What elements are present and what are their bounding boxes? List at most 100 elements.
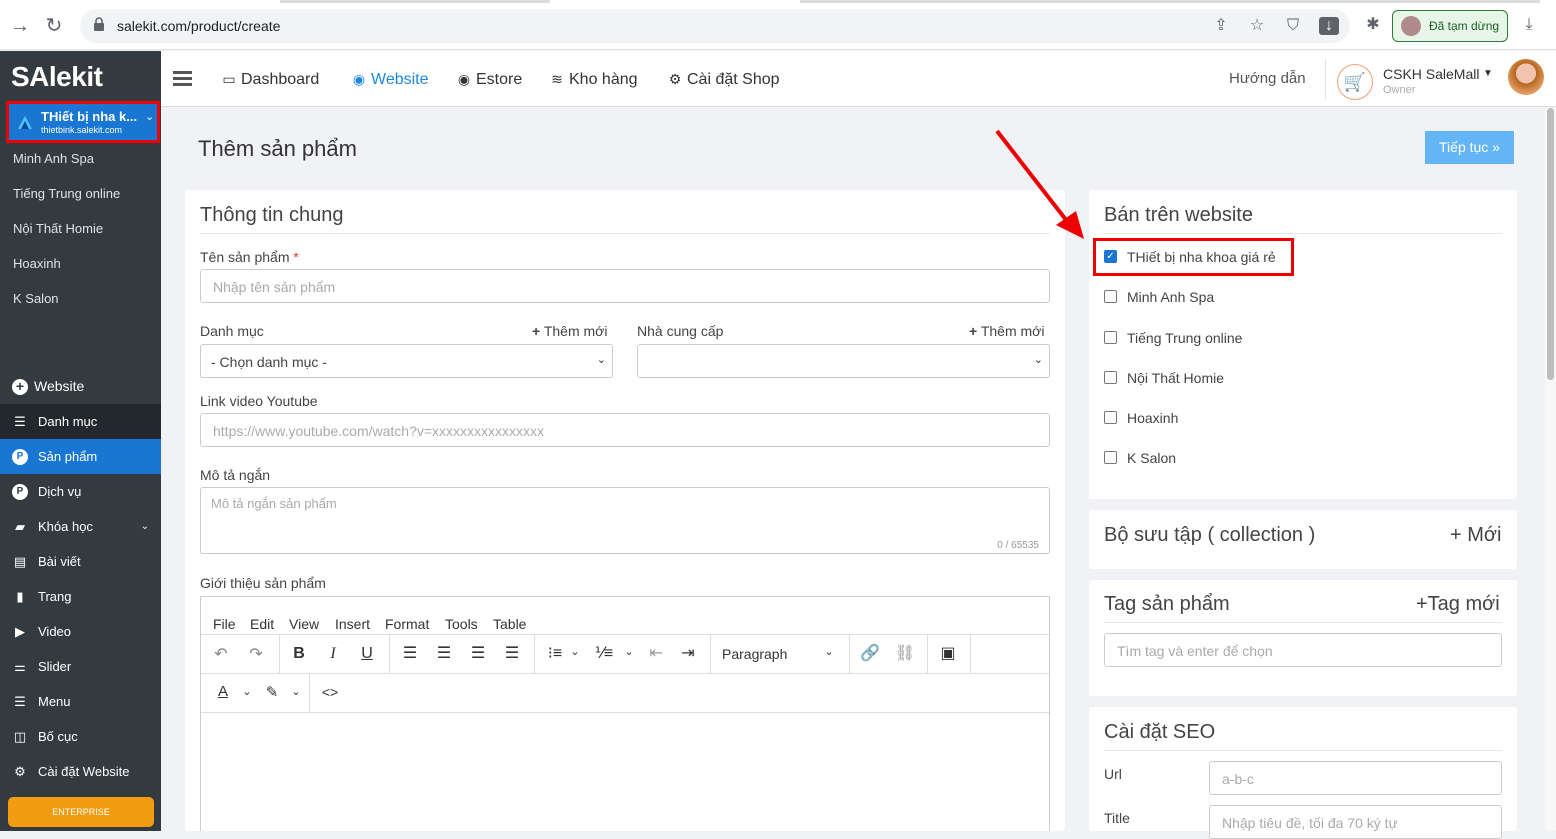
- code-icon[interactable]: <>: [318, 684, 342, 700]
- site-label[interactable]: Minh Anh Spa: [1127, 289, 1214, 305]
- continue-button[interactable]: Tiếp tục »: [1425, 131, 1514, 164]
- nav-estore[interactable]: ◉ Estore: [456, 71, 522, 89]
- block-format-select[interactable]: Paragraph: [722, 646, 787, 662]
- caret-down-icon[interactable]: ▼: [1483, 68, 1493, 79]
- category-select[interactable]: - Chọn danh mục - ⌄: [200, 344, 613, 378]
- download-extension-icon[interactable]: ↓: [1319, 17, 1339, 35]
- nav-warehouse[interactable]: ≋ Kho hàng: [549, 71, 637, 89]
- profile-avatar: [1401, 16, 1421, 36]
- seo-title-input[interactable]: Nhập tiêu đề, tối đa 70 ký tự: [1209, 805, 1502, 839]
- rich-text-editor[interactable]: [200, 596, 1050, 831]
- underline-icon[interactable]: U: [355, 645, 379, 663]
- logo[interactable]: SAlekit: [11, 61, 103, 93]
- text-color-icon[interactable]: A: [211, 683, 235, 700]
- sidebar-item-menu[interactable]: ☰ Menu: [0, 684, 161, 719]
- shield-icon[interactable]: ⛉: [1283, 17, 1303, 35]
- align-justify-icon[interactable]: ☰: [500, 643, 524, 663]
- hamburger-icon[interactable]: [173, 71, 192, 86]
- align-right-icon[interactable]: ☰: [466, 643, 490, 663]
- store-selector[interactable]: THiết bị nha k... thietbink.salekit.com …: [6, 101, 160, 143]
- seo-url-input[interactable]: a-b-c: [1209, 761, 1502, 795]
- site-checkbox[interactable]: [1104, 290, 1117, 303]
- address-bar[interactable]: salekit.com/product/create ⇪ ☆ ⛉ ↓: [80, 9, 1350, 43]
- unlink-icon[interactable]: ⛓: [893, 643, 917, 663]
- supplier-select[interactable]: ⌄: [637, 344, 1050, 378]
- short-desc-textarea[interactable]: Mô tả ngắn sản phẩm 0 / 65535: [200, 487, 1050, 554]
- sidebar-item-slider[interactable]: ⚌ Slider: [0, 649, 161, 684]
- reload-icon[interactable]: ↻: [42, 14, 66, 38]
- image-icon[interactable]: ▣: [936, 643, 960, 663]
- chevron-down-icon[interactable]: ⌄: [822, 645, 836, 658]
- enterprise-badge[interactable]: ENTERPRISE: [8, 797, 154, 827]
- tag-search-input[interactable]: Tìm tag và enter để chọn: [1104, 633, 1502, 667]
- align-center-icon[interactable]: ☰: [432, 643, 456, 663]
- sidebar-item-website-settings[interactable]: ⚙ Cài đặt Website: [0, 754, 161, 789]
- cart-icon[interactable]: 🛒: [1337, 64, 1373, 100]
- bullet-list-icon[interactable]: ⁝≡: [543, 643, 567, 663]
- nav-dashboard[interactable]: ▭ Dashboard: [221, 71, 319, 89]
- store-item[interactable]: Minh Anh Spa: [13, 151, 94, 166]
- youtube-input[interactable]: https://www.youtube.com/watch?v=xxxxxxxx…: [200, 413, 1050, 447]
- site-label[interactable]: Nội Thất Homie: [1127, 370, 1224, 386]
- user-avatar[interactable]: [1508, 59, 1544, 95]
- back-arrow-icon[interactable]: →: [8, 14, 32, 38]
- guide-link[interactable]: Hướng dẫn: [1229, 70, 1306, 87]
- scrollbar-thumb[interactable]: [1547, 108, 1554, 380]
- page-scrollbar[interactable]: [1545, 108, 1556, 831]
- sidebar-item-layout[interactable]: ◫ Bố cục: [0, 719, 161, 754]
- sidebar-item-services[interactable]: P Dịch vụ: [0, 474, 161, 509]
- outdent-icon[interactable]: ⇤: [644, 643, 668, 663]
- downloads-icon[interactable]: ⤓: [1518, 14, 1540, 36]
- chevron-down-icon[interactable]: ⌄: [622, 645, 636, 658]
- highlight-icon[interactable]: ✎: [260, 683, 284, 701]
- nav-shop-settings[interactable]: ⚙ Cài đặt Shop: [667, 71, 780, 89]
- editor-menu-view[interactable]: View: [289, 616, 319, 632]
- star-icon[interactable]: ☆: [1247, 17, 1267, 35]
- editor-menu-table[interactable]: Table: [493, 616, 526, 632]
- site-label[interactable]: Tiếng Trung online: [1127, 330, 1242, 346]
- site-checkbox[interactable]: [1104, 331, 1117, 344]
- editor-menu-insert[interactable]: Insert: [335, 616, 370, 632]
- store-item[interactable]: Nội Thất Homie: [13, 221, 103, 236]
- undo-icon[interactable]: ↶: [209, 644, 233, 664]
- chevron-down-icon[interactable]: ⌄: [240, 685, 254, 698]
- site-label[interactable]: Hoaxinh: [1127, 410, 1178, 426]
- share-icon[interactable]: ⇪: [1211, 17, 1231, 35]
- sidebar-item-video[interactable]: ▶ Video: [0, 614, 161, 649]
- site-checkbox[interactable]: [1104, 411, 1117, 424]
- redo-icon[interactable]: ↷: [244, 644, 268, 664]
- add-category-link[interactable]: + Thêm mới: [532, 323, 607, 339]
- bold-icon[interactable]: B: [287, 645, 311, 663]
- add-supplier-link[interactable]: + Thêm mới: [969, 323, 1044, 339]
- store-item[interactable]: K Salon: [13, 291, 59, 306]
- editor-menu-edit[interactable]: Edit: [250, 616, 274, 632]
- sidebar-website-header[interactable]: + Website: [0, 369, 161, 404]
- site-label[interactable]: K Salon: [1127, 450, 1176, 466]
- product-name-input[interactable]: Nhập tên sản phẩm: [200, 269, 1050, 303]
- profile-button[interactable]: Đã tạm dừng: [1392, 10, 1508, 42]
- editor-menu-file[interactable]: File: [213, 616, 236, 632]
- editor-menu-format[interactable]: Format: [385, 616, 429, 632]
- sidebar-item-courses[interactable]: ▰ Khóa học ⌄: [0, 509, 161, 544]
- store-item[interactable]: Hoaxinh: [13, 256, 61, 271]
- sidebar-item-pages[interactable]: ▮ Trang: [0, 579, 161, 614]
- chevron-down-icon[interactable]: ⌄: [289, 685, 303, 698]
- store-item[interactable]: Tiếng Trung online: [13, 186, 120, 201]
- site-checkbox[interactable]: [1104, 451, 1117, 464]
- chevron-down-icon[interactable]: ⌄: [568, 645, 582, 658]
- numbered-list-icon[interactable]: ⅟≡: [592, 643, 616, 663]
- site-checkbox[interactable]: [1104, 371, 1117, 384]
- align-left-icon[interactable]: ☰: [398, 643, 422, 663]
- sidebar-item-products[interactable]: P Sản phẩm: [0, 439, 161, 474]
- italic-icon[interactable]: I: [321, 645, 345, 663]
- sidebar-item-categories[interactable]: ☰ Danh mục: [0, 404, 161, 439]
- sidebar-item-posts[interactable]: ▤ Bài viết: [0, 544, 161, 579]
- account-name[interactable]: CSKH SaleMall: [1383, 66, 1479, 82]
- nav-website[interactable]: ◉ Website: [351, 71, 429, 89]
- indent-icon[interactable]: ⇥: [676, 643, 700, 663]
- add-tag-link[interactable]: +Tag mới: [1416, 593, 1500, 616]
- editor-menu-tools[interactable]: Tools: [445, 616, 478, 632]
- puzzle-icon[interactable]: ✱: [1362, 14, 1384, 36]
- add-collection-link[interactable]: + Mới: [1450, 524, 1501, 547]
- link-icon[interactable]: 🔗: [858, 643, 882, 663]
